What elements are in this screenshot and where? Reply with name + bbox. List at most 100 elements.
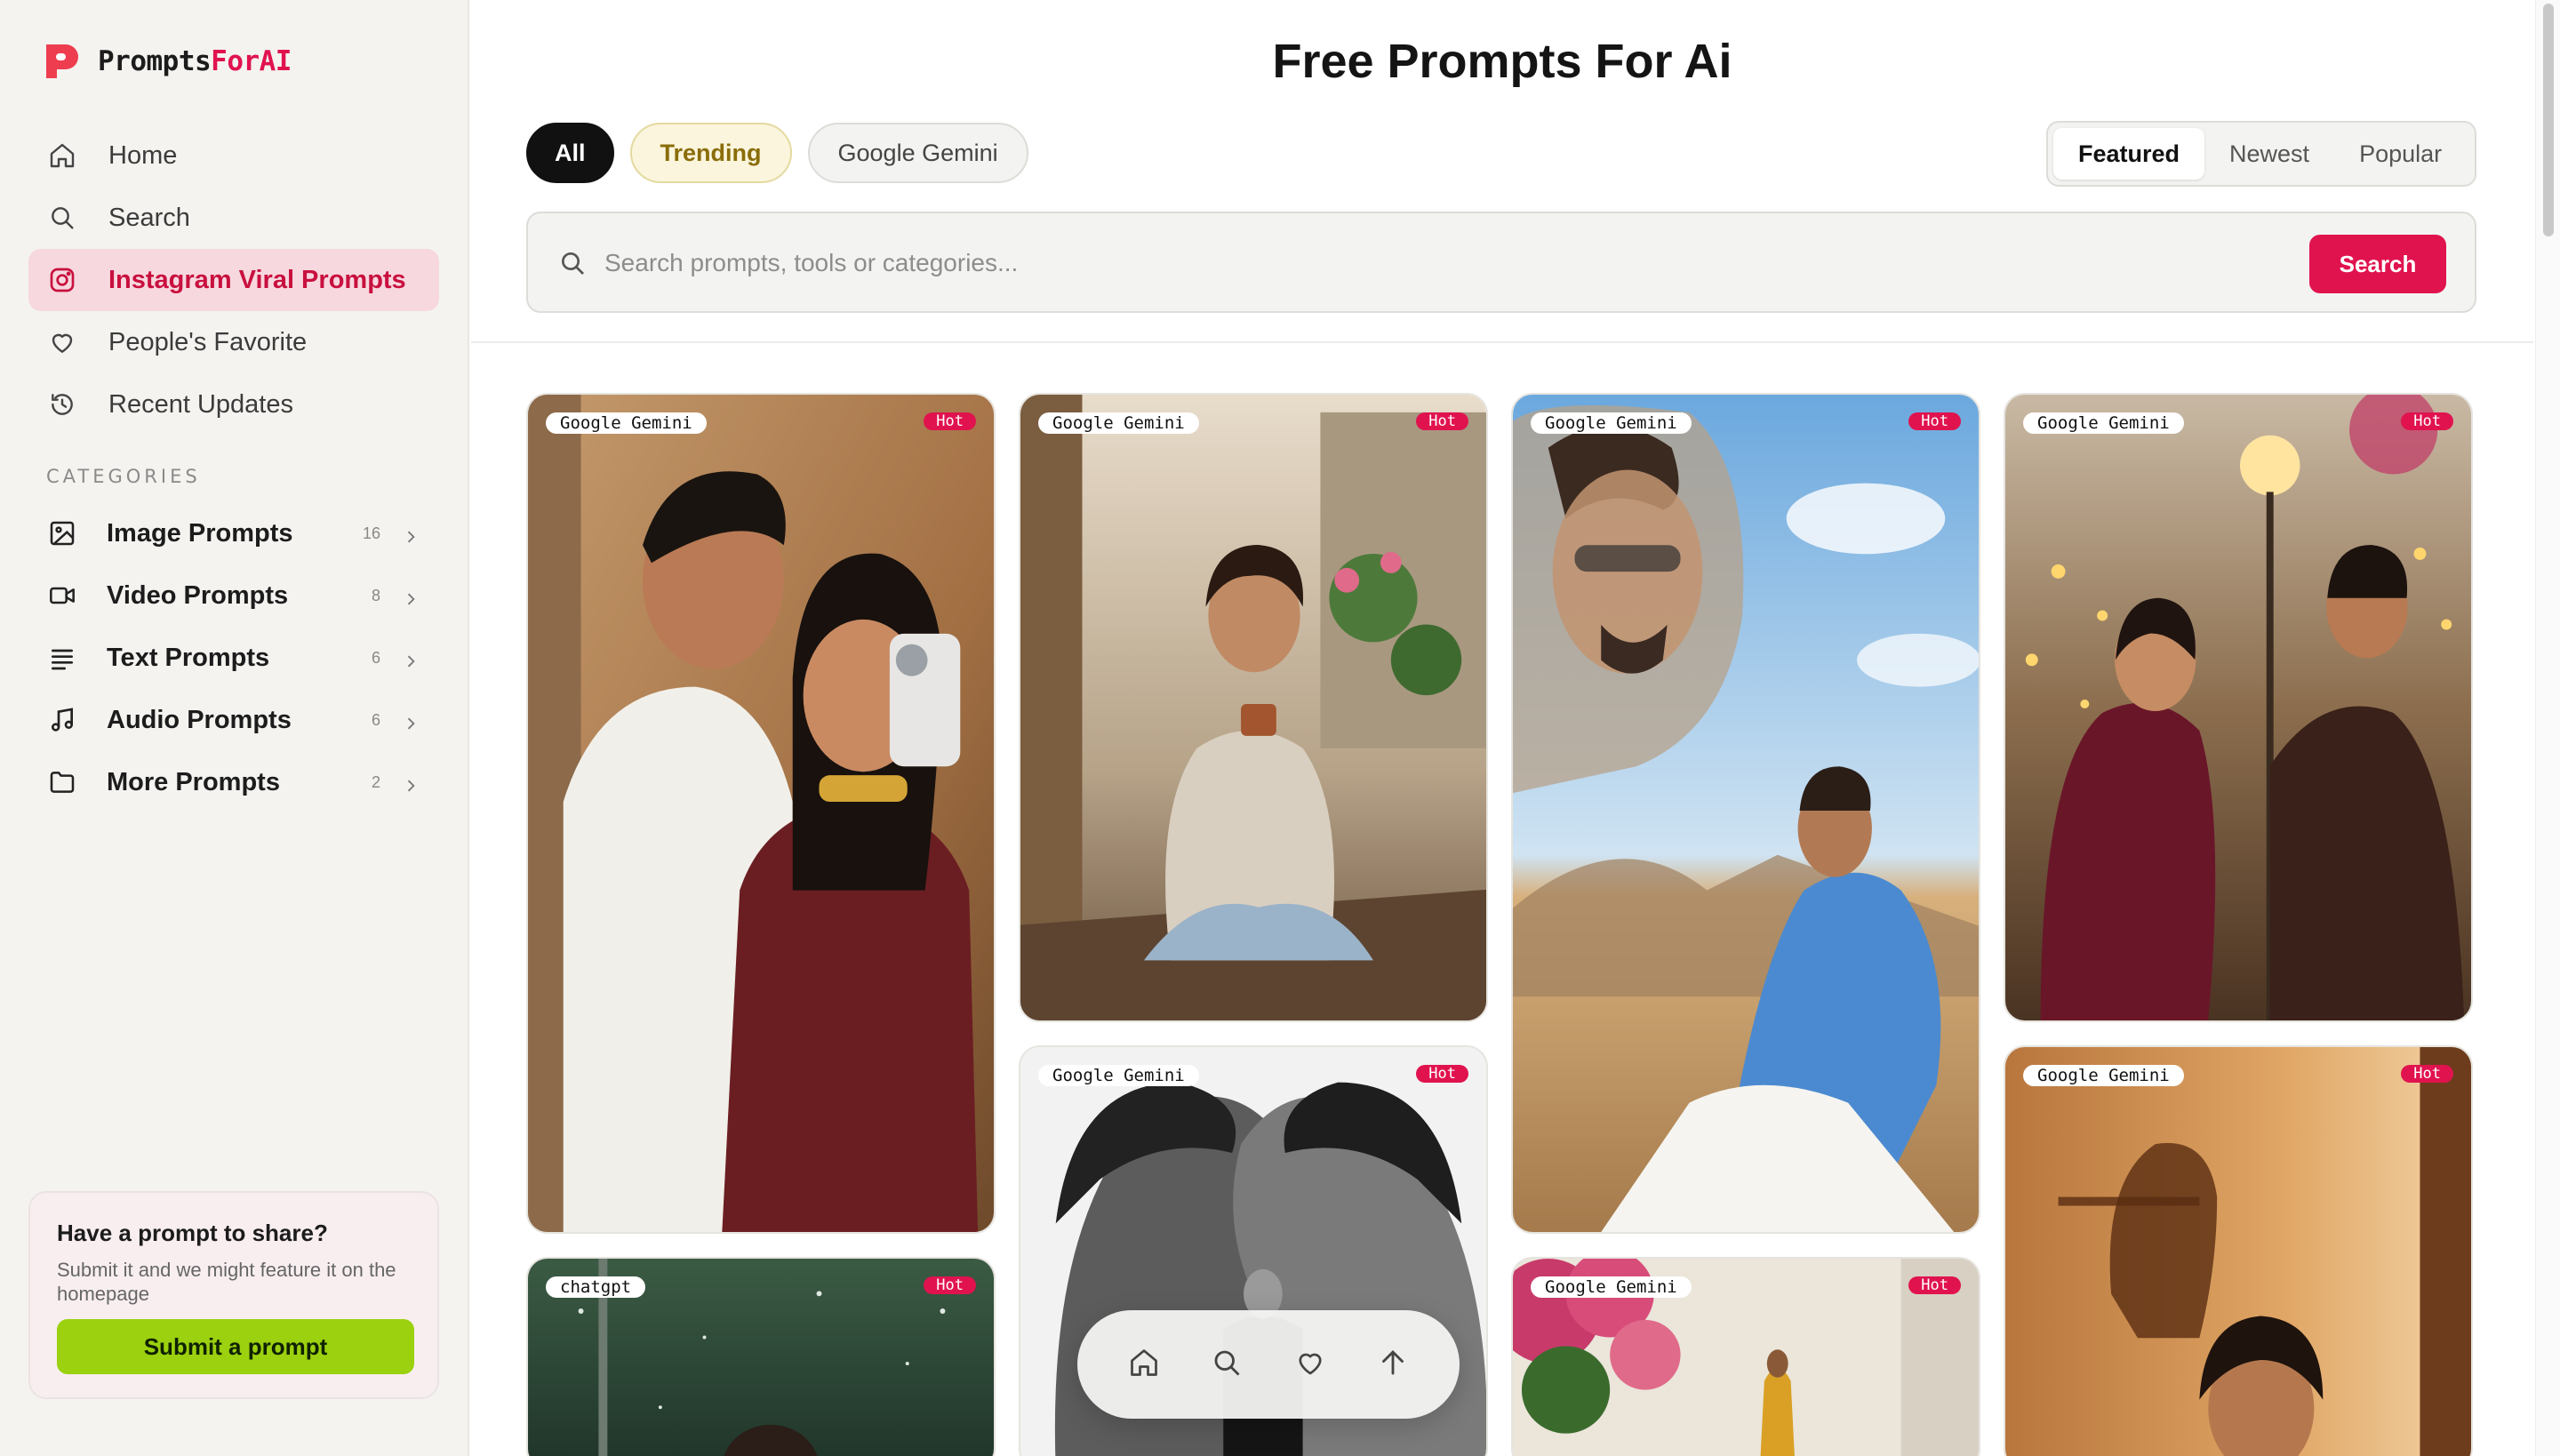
sort-tab-featured[interactable]: Featured [2053,128,2205,180]
category-label: Image Prompts [107,518,293,548]
category-video-prompts[interactable]: Video Prompts 8 [28,564,439,627]
tool-tag: chatgpt [546,1276,646,1298]
tool-tag: Google Gemini [546,412,707,434]
search-button[interactable]: Search [2309,235,2446,293]
sort-tabs: Featured Newest Popular [2046,121,2476,187]
chevron-right-icon [402,524,420,553]
sort-tab-popular[interactable]: Popular [2334,128,2467,180]
main-content: Free Prompts For Ai All Trending Google … [471,0,2533,1456]
hot-badge: Hot [2401,1065,2453,1083]
dock-home-button[interactable] [1117,1338,1171,1391]
share-prompt-card: Have a prompt to share? Submit it and we… [28,1191,439,1399]
prompt-card[interactable]: chatgpt Hot [526,1257,996,1456]
category-more-prompts[interactable]: More Prompts 2 [28,751,439,813]
chevron-right-icon [402,710,420,740]
nav-home[interactable]: Home [28,124,439,187]
search-icon [46,202,78,234]
home-icon [46,140,78,172]
category-audio-prompts[interactable]: Audio Prompts 6 [28,689,439,751]
page-title: Free Prompts For Ai [1272,35,1732,88]
dock-scroll-top-button[interactable] [1366,1338,1420,1391]
header-divider [471,341,2533,343]
tool-tag: Google Gemini [2023,412,2184,434]
folder-icon [46,766,78,798]
instagram-icon [46,264,78,296]
heart-icon [46,326,78,358]
tool-tag: Google Gemini [1038,412,1199,434]
category-label: More Prompts [107,767,280,796]
main-nav: Home Search Instagram Viral Prompts Peop… [28,124,439,436]
prompt-card[interactable]: Google Gemini Hot [526,393,996,1234]
category-image-prompts[interactable]: Image Prompts 16 [28,502,439,564]
nav-search[interactable]: Search [28,187,439,249]
chevron-right-icon [402,586,420,615]
hot-badge: Hot [924,1276,976,1294]
scrollbar-thumb[interactable] [2543,4,2554,236]
logo-icon [44,43,80,80]
hot-badge: Hot [1908,1276,1961,1294]
prompt-card[interactable]: Google Gemini Hot [2004,1045,2473,1456]
nav-label: Instagram Viral Prompts [108,265,406,294]
nav-label: Recent Updates [108,389,293,419]
nav-instagram-viral-prompts[interactable]: Instagram Viral Prompts [28,249,439,311]
share-title: Have a prompt to share? [57,1220,328,1246]
arrow-up-icon [1377,1347,1409,1383]
prompt-card[interactable]: Google Gemini Hot [2004,393,2473,1022]
tool-tag: Google Gemini [2023,1065,2184,1086]
hot-badge: Hot [1908,412,1961,430]
dock-favorites-button[interactable] [1284,1338,1337,1391]
nav-peoples-favorite[interactable]: People's Favorite [28,311,439,373]
filter-chip-google-gemini[interactable]: Google Gemini [807,123,1028,183]
chevron-right-icon [402,772,420,802]
shadow-silhouette-image [2005,1047,2471,1456]
image-icon [46,517,78,549]
filter-chips: All Trending Google Gemini [526,123,1044,183]
balcony-tea-image [1020,395,1486,1020]
category-count: 6 [371,648,380,667]
prompt-card[interactable]: Google Gemini Hot [1511,1257,1980,1456]
desert-blazer-image [1513,395,1979,1232]
category-count: 16 [362,524,380,542]
page-scrollbar[interactable] [2535,0,2560,1456]
sidebar: PromptsForAI Home Search Instagram Viral… [0,0,469,1456]
hot-badge: Hot [2401,412,2453,430]
couple-dancing-image [2005,395,2471,1020]
nav-label: Search [108,203,190,232]
brand-logo[interactable]: PromptsForAI [44,43,292,80]
text-lines-icon [46,642,78,674]
categories-heading: CATEGORIES [46,466,201,487]
category-label: Text Prompts [107,643,270,672]
prompt-card[interactable]: Google Gemini Hot [1019,393,1488,1022]
bottom-dock [1077,1310,1460,1419]
video-icon [46,580,78,612]
music-note-icon [46,704,78,736]
filter-chip-trending[interactable]: Trending [629,123,792,183]
history-icon [46,388,78,420]
search-bar: Search [526,212,2476,313]
prompt-card[interactable]: Google Gemini Hot [1511,393,1980,1234]
hot-badge: Hot [1416,412,1468,430]
category-count: 2 [371,772,380,791]
submit-prompt-button[interactable]: Submit a prompt [57,1319,414,1374]
hot-badge: Hot [1416,1065,1468,1083]
category-label: Audio Prompts [107,705,292,734]
dock-search-button[interactable] [1200,1338,1253,1391]
search-input[interactable] [604,240,2293,286]
search-icon [1211,1347,1243,1383]
filter-chip-all[interactable]: All [526,123,614,183]
tool-tag: Google Gemini [1531,1276,1692,1298]
home-icon [1128,1347,1160,1383]
couple-selfie-image [528,395,994,1232]
tool-tag: Google Gemini [1531,412,1692,434]
category-count: 8 [371,586,380,604]
category-label: Video Prompts [107,580,289,610]
categories-list: Image Prompts 16 Video Prompts 8 Text Pr… [28,502,439,813]
heart-icon [1294,1347,1326,1383]
sort-tab-newest[interactable]: Newest [2204,128,2334,180]
search-icon [558,249,587,282]
nav-recent-updates[interactable]: Recent Updates [28,373,439,436]
category-text-prompts[interactable]: Text Prompts 6 [28,627,439,689]
hot-badge: Hot [924,412,976,430]
nav-label: Home [108,140,178,170]
chevron-right-icon [402,648,420,677]
